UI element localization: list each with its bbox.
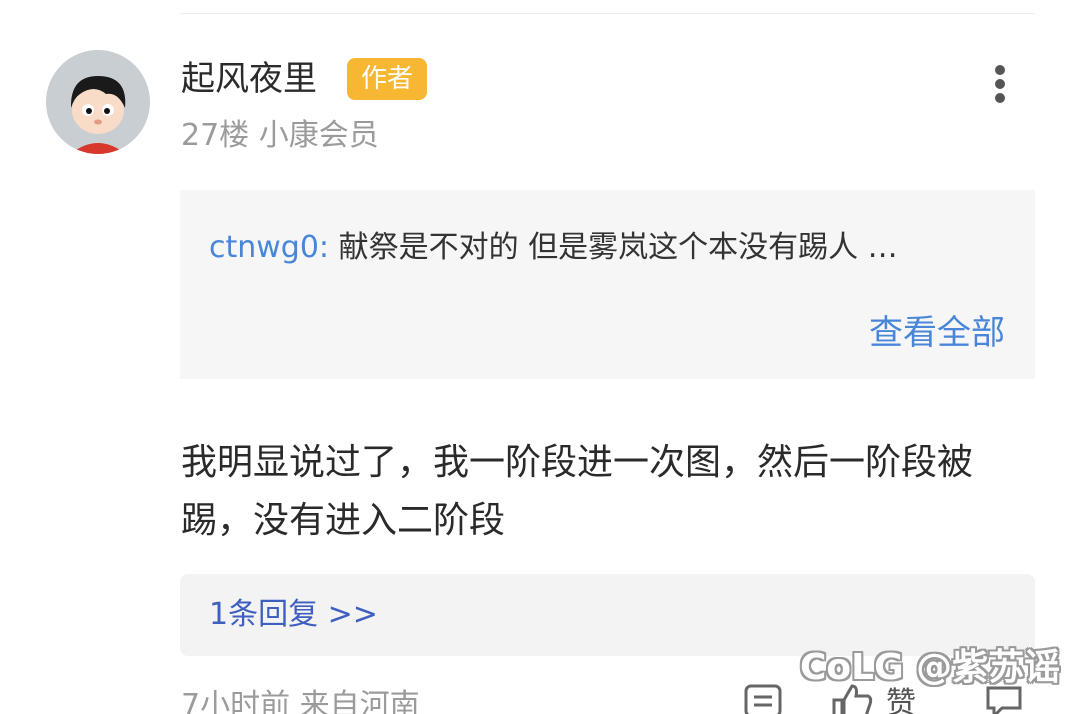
replies-button[interactable]: 1条回复 >>: [180, 574, 1035, 656]
quoted-username[interactable]: ctnwg0:: [209, 230, 329, 265]
author-badge: 作者: [347, 58, 427, 100]
comment-page: 起风夜里 作者 27楼 小康会员 ctnwg0: 献祭是不对的 但是雾岚这个本没…: [0, 0, 1080, 714]
view-all-link[interactable]: 查看全部: [869, 311, 1005, 355]
quoted-text: 献祭是不对的 但是雾岚这个本没有踢人 …: [329, 230, 898, 265]
more-icon[interactable]: [984, 62, 1016, 106]
post-time: 7小时前 来自河南: [181, 688, 420, 714]
divider: [180, 13, 1035, 14]
quoted-line: ctnwg0: 献祭是不对的 但是雾岚这个本没有踢人 …: [209, 228, 1019, 268]
floor-meta: 27楼 小康会员: [181, 118, 379, 153]
watermark: CoLG @紫苏谣: [800, 647, 1061, 688]
quoted-comment[interactable]: ctnwg0: 献祭是不对的 但是雾岚这个本没有踢人 … 查看全部: [180, 190, 1035, 379]
avatar[interactable]: [46, 50, 150, 154]
username[interactable]: 起风夜里: [181, 56, 317, 102]
comment-body: 我明显说过了，我一阶段进一次图，然后一阶段被踢，没有进入二阶段: [181, 442, 974, 541]
replies-label[interactable]: 1条回复 >>: [209, 594, 378, 636]
comment-icon[interactable]: [744, 684, 782, 714]
avatar-image: [46, 50, 150, 154]
